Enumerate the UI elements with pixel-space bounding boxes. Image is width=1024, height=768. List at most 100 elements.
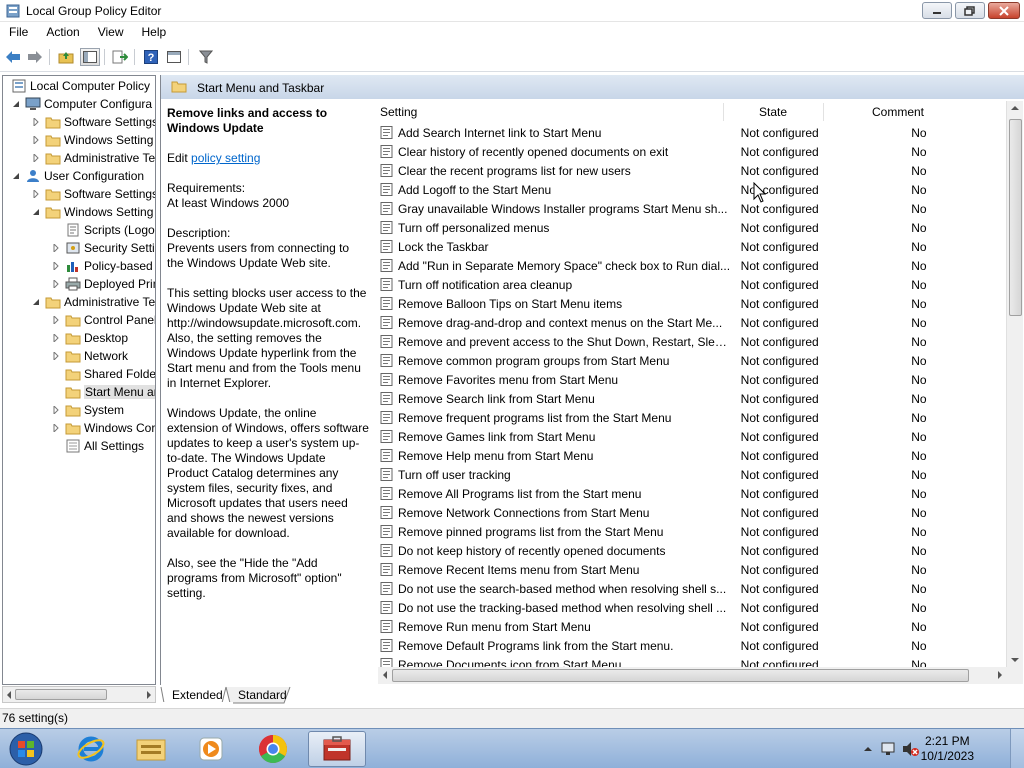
vertical-scroll-thumb[interactable] — [1009, 119, 1022, 316]
taskbar-chrome[interactable] — [246, 731, 300, 767]
setting-row[interactable]: Remove common program groups from Start … — [378, 351, 1008, 370]
setting-row[interactable]: Remove Search link from Start Menu Not co… — [378, 389, 1008, 408]
menu-action[interactable]: Action — [37, 22, 88, 43]
collapsed-arrow-icon[interactable] — [31, 153, 41, 163]
menu-help[interactable]: Help — [133, 22, 176, 43]
setting-row[interactable]: Remove Help menu from Start Menu Not conf… — [378, 446, 1008, 465]
tree-node[interactable]: Security Settin — [51, 239, 155, 257]
tree-node[interactable]: All Settings — [51, 437, 144, 455]
collapsed-arrow-icon[interactable] — [31, 117, 41, 127]
show-hide-tree-button[interactable] — [80, 48, 100, 66]
taskbar-internet-explorer[interactable] — [64, 731, 118, 767]
setting-row[interactable]: Remove pinned programs list from the Sta… — [378, 522, 1008, 541]
settings-horizontal-scrollbar[interactable] — [378, 667, 1023, 684]
tree-node[interactable]: Control Panel — [51, 311, 155, 329]
column-header-state[interactable]: State — [724, 101, 822, 123]
collapsed-arrow-icon[interactable] — [51, 351, 61, 361]
edit-policy-link[interactable]: policy setting — [191, 151, 260, 165]
tree-node[interactable]: User Configuration — [11, 167, 144, 185]
tab-extended[interactable]: Extended — [162, 686, 233, 704]
tab-standard[interactable]: Standard — [228, 686, 297, 704]
setting-row[interactable]: Add Logoff to the Start Menu Not configur… — [378, 180, 1008, 199]
menu-file[interactable]: File — [0, 22, 37, 43]
tree-node[interactable]: Windows Cor — [51, 419, 155, 437]
setting-row[interactable]: Lock the Taskbar Not configured No — [378, 237, 1008, 256]
expanded-arrow-icon[interactable] — [11, 99, 21, 109]
collapsed-arrow-icon[interactable] — [51, 261, 61, 271]
tree-horizontal-scrollbar[interactable] — [2, 686, 156, 703]
setting-row[interactable]: Do not use the search-based method when … — [378, 579, 1008, 598]
collapsed-arrow-icon[interactable] — [51, 243, 61, 253]
setting-row[interactable]: Turn off user tracking Not configured No — [378, 465, 1008, 484]
clock[interactable]: 2:21 PM 10/1/2023 — [921, 734, 974, 764]
setting-row[interactable]: Remove Documents icon from Start Menu Not… — [378, 655, 1008, 667]
tree-node[interactable]: Windows Setting — [31, 203, 153, 221]
menu-view[interactable]: View — [89, 22, 133, 43]
tree-node[interactable]: Scripts (Logon — [51, 221, 155, 239]
collapsed-arrow-icon[interactable] — [51, 405, 61, 415]
horizontal-scroll-thumb[interactable] — [392, 669, 969, 682]
expanded-arrow-icon[interactable] — [11, 171, 21, 181]
settings-vertical-scrollbar[interactable] — [1006, 101, 1023, 667]
setting-row[interactable]: Remove Balloon Tips on Start Menu items N… — [378, 294, 1008, 313]
show-hide-action-pane-button[interactable] — [164, 48, 184, 66]
column-header-setting[interactable]: Setting — [378, 101, 723, 123]
tree-node[interactable]: Computer Configura — [11, 95, 152, 113]
tree-scroll-thumb[interactable] — [15, 689, 107, 700]
tree-node[interactable]: Deployed Prin — [51, 275, 155, 293]
setting-row[interactable]: Remove and prevent access to the Shut Do… — [378, 332, 1008, 351]
setting-row[interactable]: Gray unavailable Windows Installer progr… — [378, 199, 1008, 218]
tree-node[interactable]: Network — [51, 347, 128, 365]
export-list-button[interactable] — [110, 48, 130, 66]
tree-node[interactable]: Local Computer Policy — [7, 77, 150, 95]
expanded-arrow-icon[interactable] — [31, 207, 41, 217]
network-icon[interactable] — [880, 741, 896, 757]
setting-row[interactable]: Clear history of recently opened documen… — [378, 142, 1008, 161]
tree-node[interactable]: Desktop — [51, 329, 128, 347]
collapsed-arrow-icon[interactable] — [31, 135, 41, 145]
tree-node[interactable]: System — [51, 401, 124, 419]
show-hidden-icons-icon[interactable] — [864, 746, 872, 752]
minimize-button[interactable] — [922, 2, 952, 19]
back-button[interactable] — [3, 48, 23, 66]
taskbar-file-explorer[interactable] — [124, 731, 178, 767]
close-button[interactable] — [988, 2, 1020, 19]
setting-row[interactable]: Turn off notification area cleanup Not co… — [378, 275, 1008, 294]
tree-node[interactable]: Software Settings — [31, 113, 155, 131]
volume-muted-icon[interactable] — [902, 741, 920, 757]
setting-row[interactable]: Do not keep history of recently opened d… — [378, 541, 1008, 560]
setting-row[interactable]: Remove Recent Items menu from Start Menu… — [378, 560, 1008, 579]
setting-row[interactable]: Turn off personalized menus Not configure… — [378, 218, 1008, 237]
setting-row[interactable]: Remove Games link from Start Menu Not con… — [378, 427, 1008, 446]
tree-node[interactable]: Administrative Te — [31, 149, 155, 167]
setting-row[interactable]: Add "Run in Separate Memory Space" check… — [378, 256, 1008, 275]
collapsed-arrow-icon[interactable] — [51, 423, 61, 433]
collapsed-arrow-icon[interactable] — [51, 333, 61, 343]
collapsed-arrow-icon[interactable] — [31, 189, 41, 199]
setting-row[interactable]: Remove Run menu from Start Menu Not confi… — [378, 617, 1008, 636]
maximize-button[interactable] — [955, 2, 985, 19]
taskbar-media-player[interactable] — [184, 731, 238, 767]
column-header-comment[interactable]: Comment — [823, 101, 1023, 123]
tree-node[interactable]: Policy-based — [51, 257, 153, 275]
setting-row[interactable]: Do not use the tracking-based method whe… — [378, 598, 1008, 617]
setting-row[interactable]: Remove Default Programs link from the St… — [378, 636, 1008, 655]
start-button[interactable] — [6, 731, 46, 767]
setting-row[interactable]: Remove All Programs list from the Start … — [378, 484, 1008, 503]
setting-row[interactable]: Add Search Internet link to Start Menu No… — [378, 123, 1008, 142]
show-desktop-button[interactable] — [1010, 729, 1024, 768]
forward-button[interactable] — [25, 48, 45, 66]
tree-node[interactable]: Administrative Te — [31, 293, 155, 311]
tree-node[interactable]: Software Settings — [31, 185, 155, 203]
setting-row[interactable]: Remove Favorites menu from Start Menu Not… — [378, 370, 1008, 389]
collapsed-arrow-icon[interactable] — [51, 279, 61, 289]
setting-row[interactable]: Remove frequent programs list from the S… — [378, 408, 1008, 427]
tree-node[interactable]: Shared Folder — [51, 365, 155, 383]
collapsed-arrow-icon[interactable] — [51, 315, 61, 325]
tree-node[interactable]: Windows Setting — [31, 131, 153, 149]
filter-button[interactable] — [196, 48, 216, 66]
help-button[interactable]: ? — [141, 48, 161, 66]
setting-row[interactable]: Remove Network Connections from Start Me… — [378, 503, 1008, 522]
setting-row[interactable]: Remove drag-and-drop and context menus o… — [378, 313, 1008, 332]
tree-node[interactable]: Start Menu ar — [51, 383, 155, 401]
